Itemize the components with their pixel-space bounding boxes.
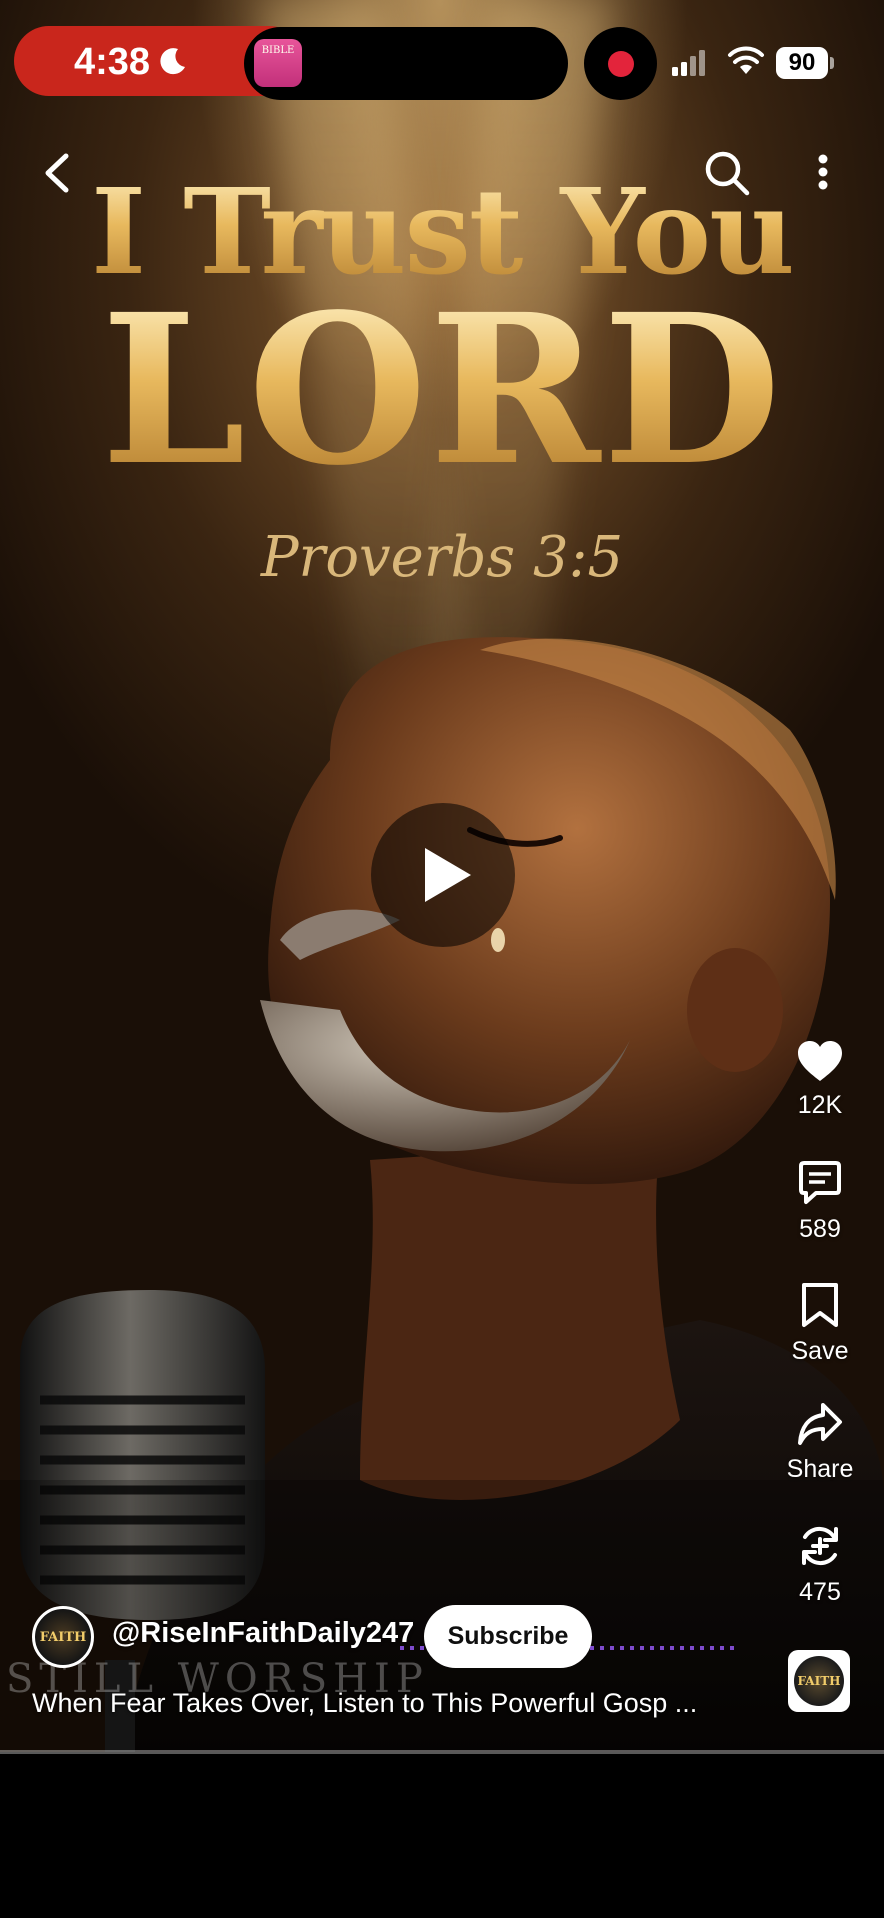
video-title[interactable]: When Fear Takes Over, Listen to This Pow… [32, 1688, 752, 1719]
more-options-button[interactable] [808, 150, 838, 200]
like-count: 12K [797, 1091, 843, 1119]
more-vert-icon [818, 154, 828, 190]
share-label: Share [786, 1455, 854, 1483]
like-button[interactable]: 12K [770, 1040, 870, 1120]
remix-count: 475 [799, 1578, 841, 1606]
cellular-signal-icon [672, 50, 705, 76]
search-icon [705, 151, 750, 196]
wifi-icon [728, 46, 764, 74]
focus-moon-icon [160, 48, 185, 75]
back-button[interactable] [38, 148, 78, 198]
share-button[interactable]: Share [770, 1402, 870, 1484]
shorts-screen: I Trust You LORD Proverbs 3:5 12K 589 Sa… [0, 0, 884, 1918]
remix-icon [802, 1526, 838, 1566]
save-label: Save [791, 1337, 849, 1365]
channel-handle[interactable]: @RiseInFaithDaily247 [112, 1617, 414, 1650]
sound-disc-logo: FAITH [794, 1656, 844, 1706]
screen-recording-indicator[interactable] [584, 27, 657, 100]
status-bar: 4:38 BIBLE 90 [0, 0, 884, 130]
heart-icon [798, 1041, 842, 1081]
save-button[interactable]: Save [770, 1282, 870, 1366]
search-button[interactable] [702, 148, 752, 198]
bible-app-icon[interactable]: BIBLE [254, 39, 302, 87]
remix-button[interactable]: 475 [770, 1523, 870, 1607]
bible-app-label: BIBLE [261, 45, 295, 56]
channel-avatar[interactable]: FAITH [32, 1606, 94, 1668]
video-progress-bar[interactable] [0, 1750, 884, 1754]
comments-button[interactable]: 589 [770, 1160, 870, 1244]
comment-icon [799, 1161, 841, 1204]
battery-level: 90 [776, 47, 828, 79]
sound-thumbnail[interactable]: FAITH [788, 1650, 850, 1712]
subscribe-button[interactable]: Subscribe [424, 1605, 592, 1668]
back-arrow-icon [45, 153, 69, 193]
bookmark-icon [802, 1283, 838, 1327]
play-icon [425, 848, 471, 902]
share-icon [798, 1403, 842, 1445]
video-player[interactable]: I Trust You LORD Proverbs 3:5 12K 589 Sa… [0, 0, 884, 1752]
record-dot-icon [607, 50, 634, 77]
status-time: 4:38 [74, 41, 151, 83]
comment-count: 589 [799, 1215, 841, 1243]
play-button[interactable] [371, 803, 515, 947]
battery-tip [830, 57, 834, 69]
